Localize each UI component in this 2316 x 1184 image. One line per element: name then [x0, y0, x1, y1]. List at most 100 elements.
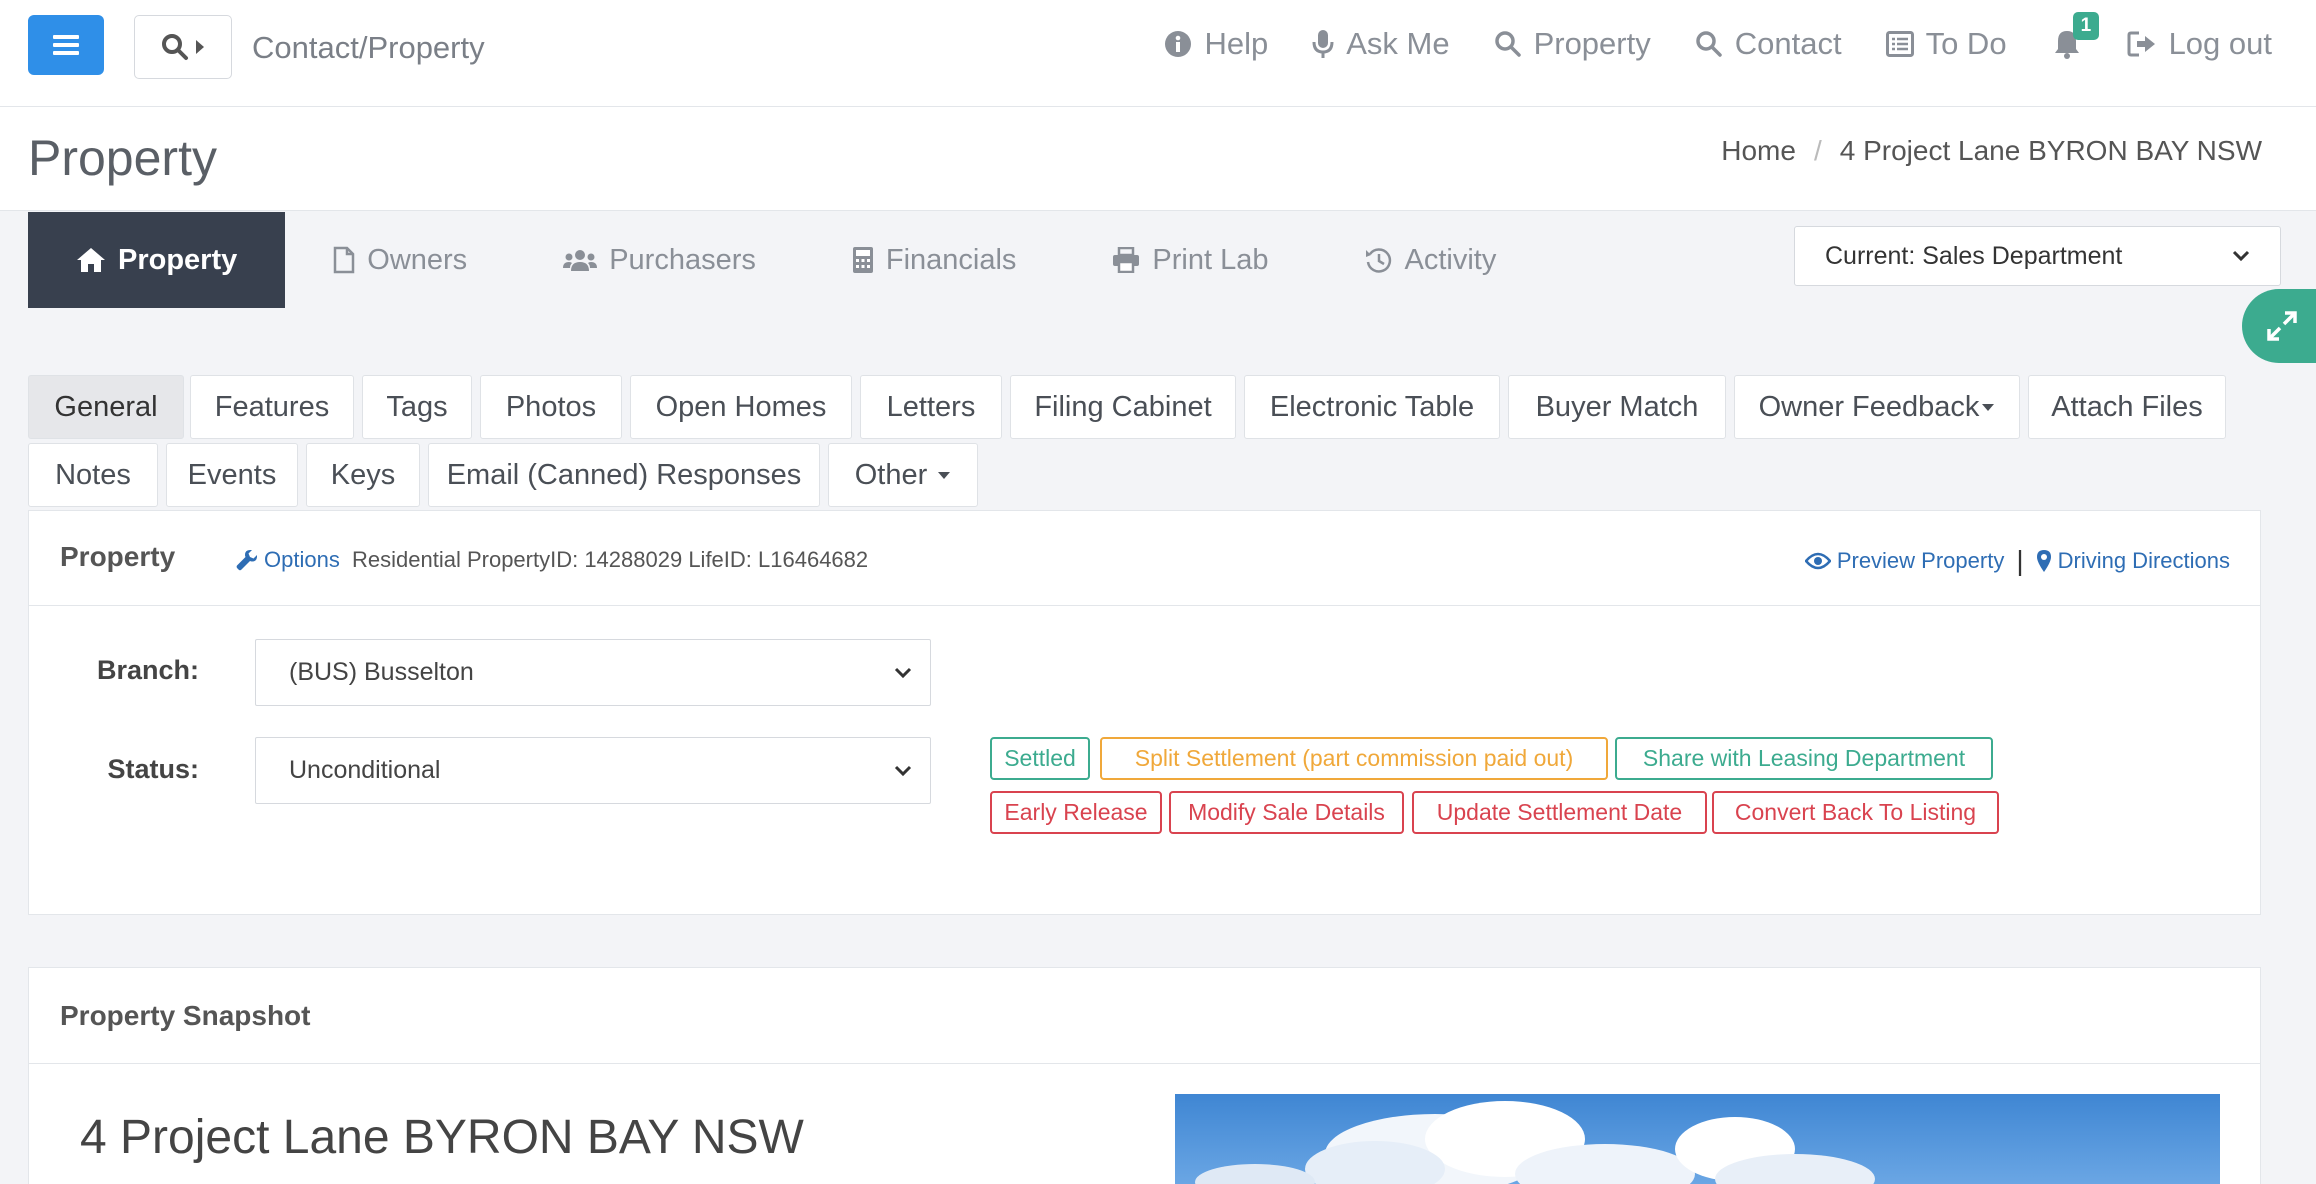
chevron-down-icon: [894, 667, 912, 678]
nav-help-label: Help: [1204, 26, 1269, 61]
subtab-notes[interactable]: Notes: [28, 443, 158, 507]
nav-ask-me[interactable]: Ask Me: [1312, 26, 1450, 62]
caret-down-icon: [938, 471, 951, 479]
users-icon: [563, 250, 598, 271]
subtab-owner-feedback[interactable]: Owner Feedback: [1734, 375, 2020, 439]
subtab-attach-files[interactable]: Attach Files: [2028, 375, 2226, 439]
update-settlement-date-button[interactable]: Update Settlement Date: [1412, 791, 1707, 834]
breadcrumb: Home / 4 Project Lane BYRON BAY NSW: [1721, 135, 2262, 167]
current-section-label: Contact/Property: [252, 30, 485, 65]
nav-help[interactable]: Help: [1164, 26, 1268, 62]
nav-notifications[interactable]: 1: [2051, 12, 2100, 64]
microphone-icon: [1312, 30, 1334, 58]
expand-view-button[interactable]: [2242, 289, 2316, 363]
status-select[interactable]: Unconditional: [255, 737, 931, 804]
history-icon: [1365, 248, 1391, 273]
nav-property-label: Property: [1533, 26, 1651, 61]
convert-back-to-listing-label: Convert Back To Listing: [1734, 799, 1977, 825]
split-settlement-label: Split Settlement (part commission paid o…: [1134, 745, 1574, 771]
search-icon: [162, 34, 188, 60]
subtab-label: Tags: [386, 390, 448, 423]
subtab-label: Letters: [886, 390, 976, 423]
subtab-electronic-table[interactable]: Electronic Table: [1244, 375, 1500, 439]
tab-owners[interactable]: Owners: [285, 212, 515, 308]
property-panel: Property Options Residential PropertyID:…: [28, 510, 2261, 915]
main-tabs: Property Owners Purchasers Financials Pr…: [28, 212, 1544, 308]
property-photo[interactable]: [1175, 1094, 2220, 1184]
search-icon: [1494, 31, 1521, 57]
subtab-events[interactable]: Events: [166, 443, 298, 507]
tab-financials-label: Financials: [885, 243, 1017, 276]
tab-financials[interactable]: Financials: [804, 212, 1065, 308]
printer-icon: [1113, 247, 1140, 273]
nav-ask-me-label: Ask Me: [1346, 26, 1450, 61]
tab-purchasers-label: Purchasers: [609, 243, 756, 276]
page-title: Property: [28, 130, 217, 186]
snapshot-title: Property Snapshot: [60, 1000, 311, 1031]
subtab-filing-cabinet[interactable]: Filing Cabinet: [1010, 375, 1236, 439]
share-leasing-label: Share with Leasing Department: [1642, 745, 1966, 771]
global-search-button[interactable]: [134, 15, 232, 79]
eye-icon: [1804, 552, 1831, 570]
link-separator: |: [2016, 545, 2024, 576]
home-icon: [77, 248, 105, 272]
settled-label: Settled: [1004, 745, 1076, 771]
nav-todo[interactable]: To Do: [1885, 26, 2007, 62]
modify-sale-details-button[interactable]: Modify Sale Details: [1169, 791, 1404, 834]
nav-todo-label: To Do: [1925, 26, 2007, 61]
preview-property-link[interactable]: Preview Property: [1804, 548, 2005, 574]
tab-print-lab[interactable]: Print Lab: [1064, 212, 1316, 308]
top-navbar: Contact/Property Help Ask Me Property Co…: [0, 0, 2316, 107]
subtab-photos[interactable]: Photos: [480, 375, 622, 439]
caret-right-icon: [196, 40, 204, 54]
expand-icon: [2267, 311, 2297, 341]
tab-activity[interactable]: Activity: [1317, 212, 1545, 308]
subtab-other[interactable]: Other: [828, 443, 978, 507]
sign-out-icon: [2127, 31, 2155, 57]
subtab-letters[interactable]: Letters: [860, 375, 1002, 439]
subtab-label: Attach Files: [2051, 390, 2203, 423]
top-nav-links: Help Ask Me Property Contact To Do 1 Log…: [1164, 12, 2272, 64]
early-release-button[interactable]: Early Release: [990, 791, 1162, 834]
subtab-label: Photos: [505, 390, 597, 423]
convert-back-to-listing-button[interactable]: Convert Back To Listing: [1712, 791, 1999, 834]
driving-directions-link[interactable]: Driving Directions: [2036, 548, 2230, 574]
status-select-value: Unconditional: [289, 756, 441, 784]
chevron-down-icon: [2232, 250, 2250, 262]
hamburger-menu-button[interactable]: [28, 15, 104, 75]
department-select[interactable]: Current: Sales Department: [1794, 226, 2281, 286]
property-panel-header: Property Options Residential PropertyID:…: [29, 511, 2260, 606]
subtab-general[interactable]: General: [28, 375, 184, 439]
nav-contact-search[interactable]: Contact: [1695, 26, 1842, 62]
subtab-label: Keys: [330, 458, 396, 491]
subtab-buyer-match[interactable]: Buyer Match: [1508, 375, 1726, 439]
modify-sale-details-label: Modify Sale Details: [1188, 799, 1385, 825]
branch-label: Branch:: [96, 655, 199, 685]
options-label: Options: [264, 547, 340, 572]
list-icon: [1885, 31, 1914, 57]
subtab-email-canned-responses[interactable]: Email (Canned) Responses: [428, 443, 820, 507]
file-icon: [334, 246, 355, 274]
subtab-open-homes[interactable]: Open Homes: [630, 375, 852, 439]
chevron-down-icon: [894, 765, 912, 776]
tab-print-lab-label: Print Lab: [1152, 243, 1269, 276]
subtab-label: General: [54, 390, 158, 423]
tab-purchasers[interactable]: Purchasers: [515, 212, 804, 308]
nav-logout[interactable]: Log out: [2127, 26, 2272, 62]
property-links: Preview Property | Driving Directions: [1804, 545, 2230, 577]
property-ids: Residential PropertyID: 14288029 LifeID:…: [352, 547, 869, 572]
subtab-label: Email (Canned) Responses: [446, 458, 802, 491]
share-leasing-button[interactable]: Share with Leasing Department: [1615, 737, 1993, 780]
settled-button[interactable]: Settled: [990, 737, 1090, 780]
split-settlement-button[interactable]: Split Settlement (part commission paid o…: [1100, 737, 1608, 780]
branch-select-value: (BUS) Busselton: [289, 658, 474, 686]
options-link[interactable]: Options: [236, 547, 340, 573]
subtab-features[interactable]: Features: [190, 375, 354, 439]
tab-property[interactable]: Property: [28, 212, 286, 308]
nav-property-search[interactable]: Property: [1494, 26, 1651, 62]
subtab-keys[interactable]: Keys: [306, 443, 420, 507]
preview-property-label: Preview Property: [1836, 548, 2005, 573]
subtab-tags[interactable]: Tags: [362, 375, 472, 439]
breadcrumb-home-link[interactable]: Home: [1721, 135, 1796, 167]
branch-select[interactable]: (BUS) Busselton: [255, 639, 931, 706]
